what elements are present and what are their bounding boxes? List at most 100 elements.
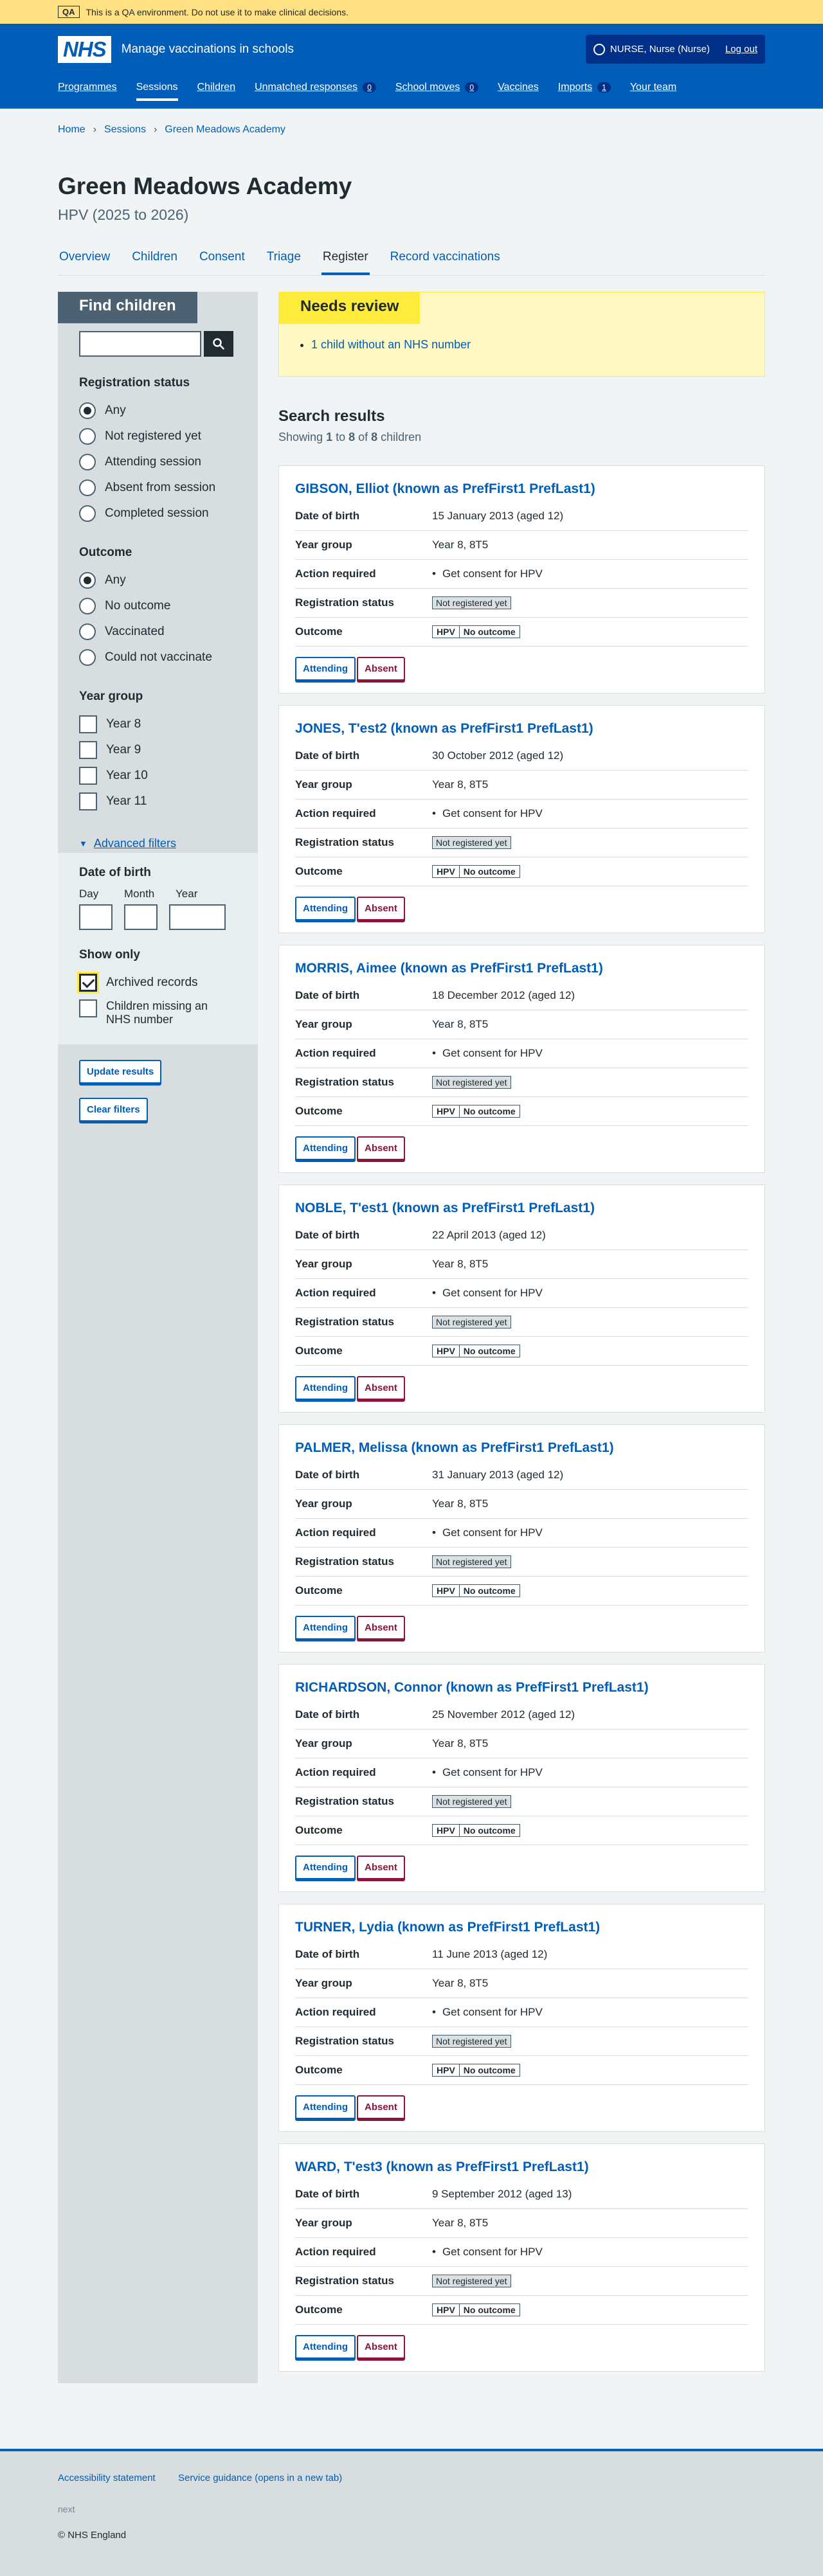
attending-button[interactable]: Attending [295, 1856, 356, 1879]
radio-no-outcome[interactable]: No outcome [79, 593, 237, 619]
outcome-row: Outcome HPV No outcome [295, 1816, 748, 1845]
copyright: © NHS England [58, 2530, 127, 2541]
nav-your-team[interactable]: Your team [630, 82, 676, 98]
programme-tag: HPV [433, 1585, 459, 1597]
absent-button[interactable]: Absent [356, 1616, 405, 1640]
attending-button[interactable]: Attending [295, 1136, 356, 1160]
advanced-filters-toggle[interactable]: ▼ Advanced filters [58, 834, 258, 853]
attending-button[interactable]: Attending [295, 2095, 356, 2119]
nav-unmatched-responses[interactable]: Unmatched responses 0 [255, 82, 376, 98]
child-name-link[interactable]: GIBSON, Elliot (known as PrefFirst1 Pref… [295, 481, 748, 497]
absent-button[interactable]: Absent [356, 1856, 405, 1879]
checkbox-year-10[interactable]: Year 10 [79, 763, 237, 789]
chevron-right-icon: › [153, 124, 158, 135]
outcome-tag: No outcome [458, 1585, 520, 1597]
breadcrumb-home[interactable]: Home [58, 124, 86, 136]
child-name-link[interactable]: PALMER, Melissa (known as PrefFirst1 Pre… [295, 1440, 748, 1456]
absent-button[interactable]: Absent [356, 657, 405, 681]
child-name-link[interactable]: MORRIS, Aimee (known as PrefFirst1 PrefL… [295, 961, 748, 976]
radio-attending[interactable]: Attending session [79, 449, 237, 475]
update-results-button[interactable]: Update results [79, 1060, 162, 1084]
child-name-link[interactable]: JONES, T'est2 (known as PrefFirst1 PrefL… [295, 721, 748, 737]
nav-imports[interactable]: Imports 1 [558, 82, 611, 98]
checkbox-archived[interactable]: Archived records [79, 970, 237, 996]
tab-triage[interactable]: Triage [266, 247, 302, 275]
checkbox-year-9[interactable]: Year 9 [79, 737, 237, 763]
absent-button[interactable]: Absent [356, 1376, 405, 1400]
checkbox-year-11[interactable]: Year 11 [79, 789, 237, 814]
results-count: Showing 1 to 8 of 8 children [278, 431, 422, 443]
dob-day-input[interactable] [79, 904, 113, 930]
tab-children[interactable]: Children [131, 247, 179, 275]
outcome-tag: No outcome [458, 2064, 520, 2076]
absent-button[interactable]: Absent [356, 2095, 405, 2119]
breadcrumb-sessions[interactable]: Sessions [104, 124, 146, 136]
child-name-link[interactable]: NOBLE, T'est1 (known as PrefFirst1 PrefL… [295, 1201, 748, 1216]
nav-vaccines[interactable]: Vaccines [498, 82, 539, 98]
outcome-row: Outcome HPV No outcome [295, 1097, 748, 1126]
accessibility-link[interactable]: Accessibility statement [58, 2473, 156, 2483]
registration-label: Registration status [295, 1555, 394, 1568]
child-name-link[interactable]: TURNER, Lydia (known as PrefFirst1 PrefL… [295, 1920, 748, 1935]
programme-tag: HPV [433, 626, 459, 638]
tab-register[interactable]: Register [321, 247, 370, 275]
radio-not-registered[interactable]: Not registered yet [79, 424, 237, 449]
programme-tag: HPV [433, 1105, 459, 1117]
service-name[interactable]: Manage vaccinations in schools [122, 42, 294, 57]
action-label: Action required [295, 1766, 376, 1778]
action-label: Action required [295, 2246, 376, 2258]
dob-year-input[interactable] [169, 904, 226, 930]
nav-programmes[interactable]: Programmes [58, 82, 117, 98]
dob-label: Date of birth [295, 1229, 360, 1241]
radio-absent[interactable]: Absent from session [79, 475, 237, 501]
nav-label: Unmatched responses [255, 82, 358, 93]
attending-button[interactable]: Attending [295, 1376, 356, 1400]
checkbox-year-8[interactable]: Year 8 [79, 711, 237, 737]
dob-month-input[interactable] [124, 904, 158, 930]
attending-button[interactable]: Attending [295, 2335, 356, 2359]
attending-button[interactable]: Attending [295, 657, 356, 681]
tab-consent[interactable]: Consent [198, 247, 246, 275]
checkbox-label: Archived records [106, 976, 198, 989]
year-group-label: Year group [295, 1498, 352, 1510]
dob-row: Date of birth 15 January 2013 (aged 12) [295, 502, 748, 531]
tab-record-vaccinations[interactable]: Record vaccinations [389, 247, 502, 275]
status-badge: Not registered yet [432, 1555, 511, 1568]
attending-button[interactable]: Attending [295, 1616, 356, 1640]
outcome-label: Outcome [295, 1824, 343, 1836]
radio-registration-any[interactable]: Any [79, 398, 237, 424]
radio-vaccinated[interactable]: Vaccinated [79, 619, 237, 645]
radio-completed[interactable]: Completed session [79, 501, 237, 526]
registration-row: Registration status Not registered yet [295, 1308, 748, 1337]
clear-filters-button[interactable]: Clear filters [79, 1098, 148, 1122]
month-label: Month [124, 888, 155, 900]
radio-outcome-any[interactable]: Any [79, 568, 237, 593]
search-button[interactable] [204, 331, 233, 357]
nav-label: Your team [629, 82, 677, 93]
nav-sessions[interactable]: Sessions [136, 82, 178, 101]
search-input[interactable] [79, 331, 201, 357]
footer: Accessibility statement Service guidance… [0, 2449, 823, 2576]
year-group-row: Year group Year 8, 8T5 [295, 771, 748, 800]
missing-nhs-number-link[interactable]: 1 child without an NHS number [311, 338, 471, 351]
nav-children[interactable]: Children [197, 82, 236, 98]
absent-button[interactable]: Absent [356, 897, 405, 920]
programme-tag: HPV [433, 2064, 459, 2076]
logout-link[interactable]: Log out [725, 44, 757, 55]
nhs-logo[interactable]: NHS [58, 36, 111, 63]
status-badge: Not registered yet [432, 1795, 511, 1808]
nav-school-moves[interactable]: School moves 0 [395, 82, 479, 98]
count-badge: 0 [465, 82, 479, 93]
absent-button[interactable]: Absent [356, 1136, 405, 1160]
checkbox-label: Year 10 [106, 769, 148, 782]
child-name-link[interactable]: RICHARDSON, Connor (known as PrefFirst1 … [295, 1680, 748, 1695]
breadcrumb-school[interactable]: Green Meadows Academy [165, 124, 285, 136]
guidance-link[interactable]: Service guidance (opens in a new tab) [178, 2473, 342, 2483]
registration-label: Registration status [295, 2275, 394, 2287]
radio-could-not-vaccinate[interactable]: Could not vaccinate [79, 645, 237, 670]
checkbox-missing-nhs[interactable]: Children missing an NHS number [79, 999, 237, 1026]
child-name-link[interactable]: WARD, T'est3 (known as PrefFirst1 PrefLa… [295, 2160, 748, 2175]
absent-button[interactable]: Absent [356, 2335, 405, 2359]
attending-button[interactable]: Attending [295, 897, 356, 920]
tab-overview[interactable]: Overview [58, 247, 111, 275]
